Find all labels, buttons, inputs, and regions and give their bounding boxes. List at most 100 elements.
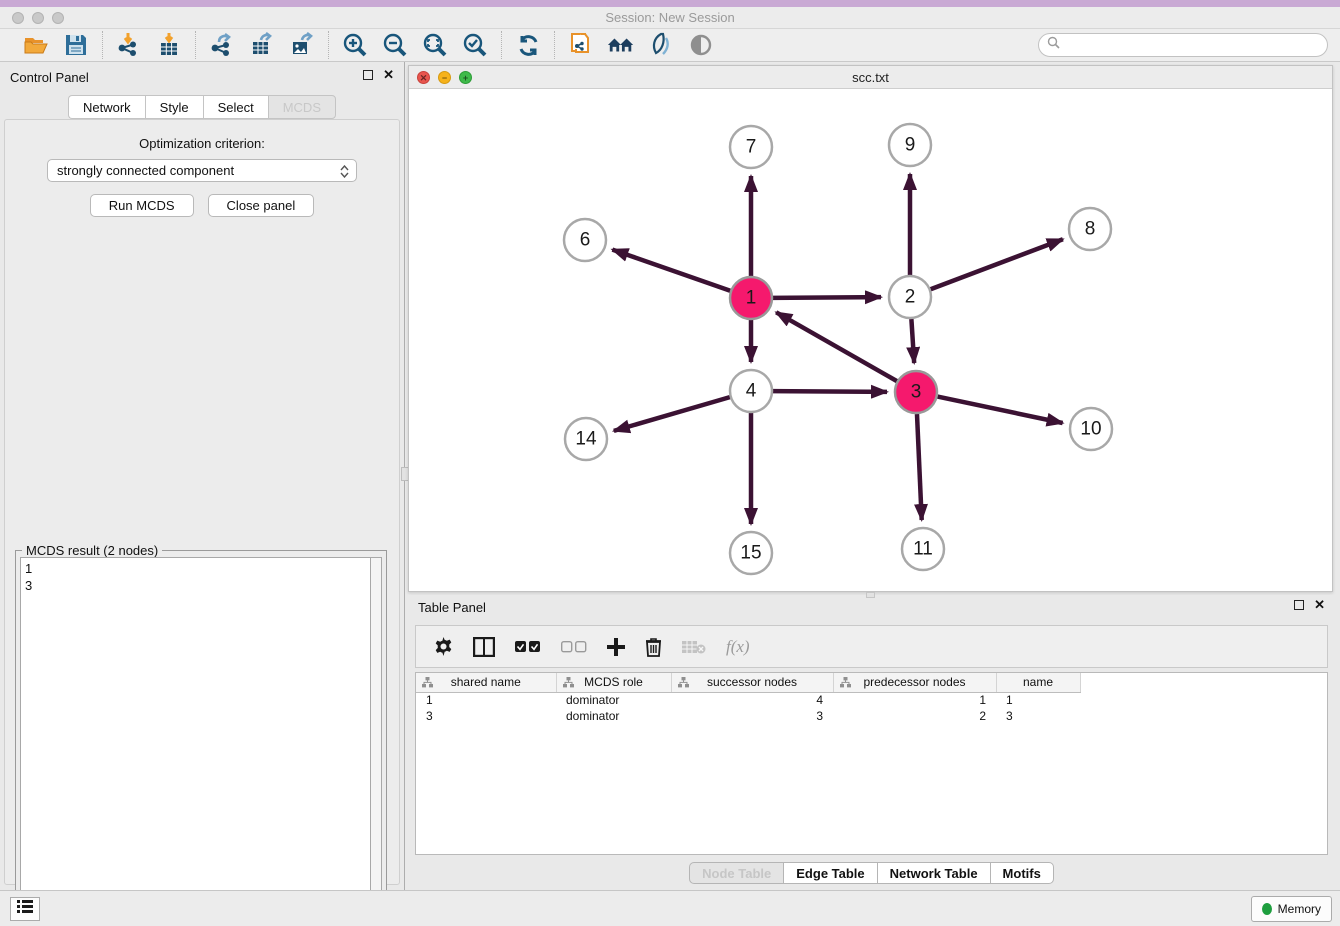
function-builder-icon: f(x): [726, 637, 750, 657]
close-panel-icon[interactable]: ✕: [383, 70, 394, 80]
close-table-panel-icon[interactable]: ✕: [1314, 600, 1325, 610]
main-toolbar: [0, 29, 1340, 62]
table-panel-resize-grip[interactable]: [866, 592, 875, 598]
table-toolbar: f(x): [415, 625, 1328, 668]
control-panel-title: Control Panel: [10, 70, 89, 85]
memory-label: Memory: [1278, 902, 1321, 916]
zoom-in-icon[interactable]: [341, 31, 369, 59]
graph-edge-1-6[interactable]: [612, 250, 730, 291]
graph-edge-3-10[interactable]: [938, 397, 1063, 423]
graph-node-label-7: 7: [746, 137, 757, 158]
tab-motifs[interactable]: Motifs: [990, 862, 1054, 884]
style-brush-icon[interactable]: [647, 31, 675, 59]
zoom-out-icon[interactable]: [381, 31, 409, 59]
graph-node-label-8: 8: [1085, 219, 1096, 240]
zoom-selected-icon[interactable]: [461, 31, 489, 59]
node-table[interactable]: shared name MCDS role successor nodes pr…: [415, 672, 1328, 855]
select-all-icon[interactable]: [515, 641, 541, 653]
graph-node-label-15: 15: [740, 543, 761, 564]
table-row[interactable]: 3 dominator 3 2 3: [416, 708, 1080, 724]
save-icon[interactable]: [62, 31, 90, 59]
export-image-icon[interactable]: [288, 31, 316, 59]
task-history-button[interactable]: [10, 897, 40, 921]
network-window-titlebar[interactable]: ✕ − + scc.txt: [409, 66, 1332, 89]
graph-node-label-4: 4: [746, 381, 757, 402]
graph-edge-3-1[interactable]: [776, 312, 897, 381]
mcds-panel-body: Optimization criterion: strongly connect…: [4, 119, 400, 885]
graph-node-label-3: 3: [911, 382, 922, 403]
open-folder-icon[interactable]: [22, 31, 50, 59]
control-panel: Control Panel ✕ Network Style Select MCD…: [0, 62, 404, 890]
tab-network-table[interactable]: Network Table: [877, 862, 990, 884]
apply-layout-icon[interactable]: [514, 31, 542, 59]
column-type-icon: [840, 677, 851, 691]
export-network-icon[interactable]: [208, 31, 236, 59]
zoom-fit-icon[interactable]: [421, 31, 449, 59]
export-table-icon[interactable]: [248, 31, 276, 59]
homes-icon[interactable]: [607, 31, 635, 59]
gear-icon[interactable]: [434, 637, 453, 656]
deselect-all-icon[interactable]: [561, 641, 587, 653]
network-canvas[interactable]: 7968124314101511: [409, 89, 1332, 591]
window-chrome-strip: [0, 0, 1340, 7]
control-panel-tabs: Network Style Select MCDS: [0, 95, 404, 119]
search-icon: [1047, 36, 1060, 54]
network-window-title: scc.txt: [409, 70, 1332, 85]
graph-edge-2-8[interactable]: [931, 239, 1063, 289]
window-title: Session: New Session: [0, 10, 1340, 25]
tab-style[interactable]: Style: [145, 95, 203, 119]
mcds-result-text[interactable]: 1 3: [20, 557, 370, 921]
import-table-icon[interactable]: [155, 31, 183, 59]
table-panel-title: Table Panel: [418, 600, 486, 615]
float-table-panel-icon[interactable]: [1294, 600, 1304, 610]
column-header-name[interactable]: name: [996, 673, 1080, 692]
graph-edge-2-3[interactable]: [911, 319, 914, 363]
select-stepper-icon: [339, 163, 349, 179]
network-graph[interactable]: 7968124314101511: [409, 89, 1332, 591]
memory-button[interactable]: Memory: [1251, 896, 1332, 922]
column-header-predecessor-nodes[interactable]: predecessor nodes: [833, 673, 996, 692]
graph-node-label-14: 14: [575, 429, 597, 450]
tab-select[interactable]: Select: [203, 95, 268, 119]
graph-node-label-11: 11: [913, 539, 933, 560]
float-panel-icon[interactable]: [363, 70, 373, 80]
graph-node-label-1: 1: [746, 288, 757, 309]
column-header-successor-nodes[interactable]: successor nodes: [671, 673, 833, 692]
close-panel-button[interactable]: Close panel: [208, 194, 315, 217]
list-icon: [17, 900, 33, 918]
search-box[interactable]: [1038, 33, 1328, 57]
delete-table-icon: [682, 639, 706, 655]
column-layout-icon[interactable]: [473, 637, 495, 657]
tab-mcds[interactable]: MCDS: [268, 95, 336, 119]
column-type-icon: [563, 677, 574, 691]
graph-edge-4-3[interactable]: [773, 391, 887, 392]
titlebar: Session: New Session: [0, 7, 1340, 29]
session-docs-icon[interactable]: [567, 31, 595, 59]
graph-edge-1-2[interactable]: [773, 297, 881, 298]
optimization-criterion-value: strongly connected component: [57, 163, 234, 178]
graph-node-label-9: 9: [905, 135, 916, 156]
table-row[interactable]: 1 dominator 4 1 1: [416, 692, 1080, 708]
birdseye-icon[interactable]: [687, 31, 715, 59]
tab-edge-table[interactable]: Edge Table: [783, 862, 876, 884]
tab-node-table[interactable]: Node Table: [689, 862, 783, 884]
tab-network[interactable]: Network: [68, 95, 145, 119]
run-mcds-button[interactable]: Run MCDS: [90, 194, 194, 217]
table-panel-tabs: Node Table Edge Table Network Table Moti…: [408, 862, 1335, 884]
graph-edge-3-11[interactable]: [917, 414, 922, 520]
mcds-result-scrollbar[interactable]: [370, 557, 382, 921]
graph-node-label-2: 2: [905, 287, 916, 308]
column-type-icon: [422, 677, 433, 691]
graph-edge-4-14[interactable]: [614, 397, 730, 431]
optimization-criterion-select[interactable]: strongly connected component: [47, 159, 357, 182]
column-header-mcds-role[interactable]: MCDS role: [556, 673, 671, 692]
table-panel: Table Panel ✕ f(x): [408, 595, 1335, 887]
add-column-icon[interactable]: [607, 638, 625, 656]
status-bar: Memory: [0, 890, 1340, 926]
graph-node-label-6: 6: [580, 230, 591, 251]
import-network-icon[interactable]: [115, 31, 143, 59]
delete-icon[interactable]: [645, 637, 662, 657]
optimization-criterion-label: Optimization criterion:: [5, 136, 399, 151]
column-header-shared-name[interactable]: shared name: [416, 673, 556, 692]
search-input[interactable]: [1064, 36, 1327, 54]
